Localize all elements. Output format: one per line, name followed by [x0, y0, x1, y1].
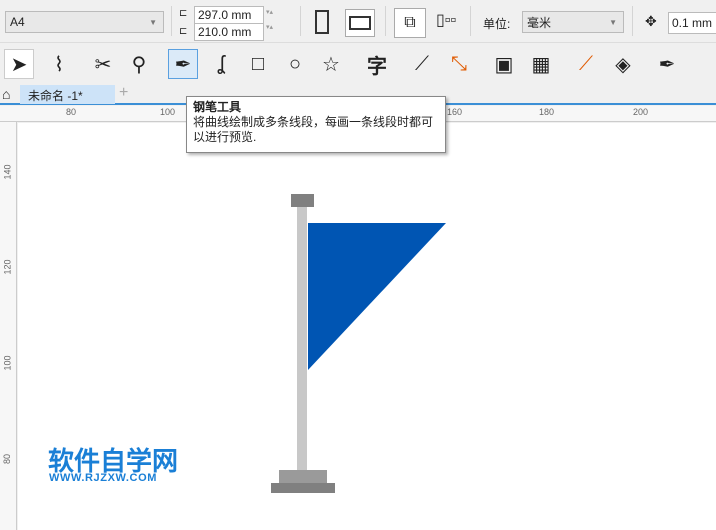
- flag: [308, 223, 446, 370]
- ruler-label: 100: [2, 355, 13, 371]
- ruler-label: 140: [2, 164, 13, 180]
- portrait-icon[interactable]: [315, 10, 329, 34]
- unit-value: 毫米: [527, 15, 552, 30]
- divider: [385, 6, 386, 36]
- pick-tool-icon[interactable]: ➤: [4, 49, 34, 79]
- nudge-input[interactable]: 0.1 mm: [668, 12, 716, 34]
- property-bar: A4 ▼ ⊏ 297.0 mm ⊏ 210.0 mm ▾▴ ▾▴ ⧉ ▯▫▫ 单位:…: [0, 0, 716, 43]
- page-height-input[interactable]: 297.0 mm: [194, 6, 264, 24]
- outline-pen-icon[interactable]: ✒: [652, 49, 682, 79]
- pole-base-top: [279, 470, 327, 483]
- tooltip: 钢笔工具 将曲线绘制成多条线段，每画一条线段时都可以进行预览.: [186, 96, 446, 153]
- rectangle-tool-icon[interactable]: □: [243, 49, 273, 79]
- unit-label: 单位:: [483, 17, 511, 31]
- chevron-down-icon: ▼: [149, 17, 157, 27]
- ruler-label: 80: [66, 107, 77, 117]
- eyedropper-tool-icon[interactable]: ⟋: [571, 49, 601, 79]
- home-icon[interactable]: ⌂: [2, 86, 10, 102]
- divider: [171, 6, 172, 36]
- landscape-button[interactable]: [345, 9, 375, 37]
- add-tab-button[interactable]: +: [119, 84, 128, 102]
- ruler-label: 100: [160, 107, 176, 117]
- contour-tool-icon[interactable]: ▣: [489, 49, 519, 79]
- current-page-icon[interactable]: ▯▫▫: [436, 10, 456, 30]
- vertical-ruler[interactable]: 140 120 100 80: [0, 122, 17, 530]
- ruler-label: 120: [2, 259, 13, 275]
- watermark-url: WWW.RJZXW.COM: [49, 472, 158, 484]
- nudge-icon: ✥: [645, 13, 657, 29]
- divider: [300, 6, 301, 36]
- unit-select[interactable]: 毫米 ▼: [522, 11, 624, 33]
- fill-tool-icon[interactable]: ◈: [608, 49, 638, 79]
- page-width-input[interactable]: 210.0 mm: [194, 23, 264, 41]
- crop-tool-icon[interactable]: ✂: [88, 49, 118, 79]
- ruler-label: 200: [633, 107, 649, 117]
- text-tool-icon[interactable]: 字: [362, 49, 392, 79]
- ruler-label: 80: [2, 453, 13, 465]
- ruler-label: 180: [539, 107, 555, 117]
- transparency-tool-icon[interactable]: ▦: [526, 49, 556, 79]
- pole-base: [271, 483, 335, 493]
- zoom-tool-icon[interactable]: ⚲: [124, 49, 154, 79]
- pole-cap: [291, 194, 314, 207]
- divider: [470, 6, 471, 36]
- tab-document[interactable]: 未命名 -1*: [20, 85, 115, 104]
- dimension-tool-icon[interactable]: ⟋: [407, 49, 437, 79]
- divider: [632, 6, 633, 36]
- page-size-select[interactable]: A4 ▼: [5, 11, 164, 33]
- page-size-value: A4: [10, 15, 25, 29]
- freehand-tool-icon[interactable]: ʆ: [206, 49, 236, 79]
- star-tool-icon[interactable]: ☆: [316, 49, 346, 79]
- tooltip-body: 将曲线绘制成多条线段，每画一条线段时都可以进行预览.: [193, 115, 434, 144]
- ellipse-tool-icon[interactable]: ○: [280, 49, 310, 79]
- width-icon: ⊏: [179, 26, 188, 37]
- tooltip-title: 钢笔工具: [193, 100, 242, 114]
- height-icon: ⊏: [179, 8, 188, 19]
- ruler-label: 160: [447, 107, 463, 117]
- chevron-down-icon: ▼: [609, 17, 617, 27]
- pen-tool-icon[interactable]: ✒: [168, 49, 198, 79]
- drawing-canvas[interactable]: 软件自学网 WWW.RJZXW.COM: [18, 123, 716, 530]
- spinner-icon[interactable]: ▾▴ ▾▴: [266, 8, 273, 31]
- shape-tool-icon[interactable]: ⌇: [44, 49, 74, 79]
- flag-pole: [297, 207, 307, 470]
- connector-tool-icon[interactable]: ⤡: [444, 49, 474, 79]
- all-pages-icon[interactable]: ⧉: [394, 8, 426, 38]
